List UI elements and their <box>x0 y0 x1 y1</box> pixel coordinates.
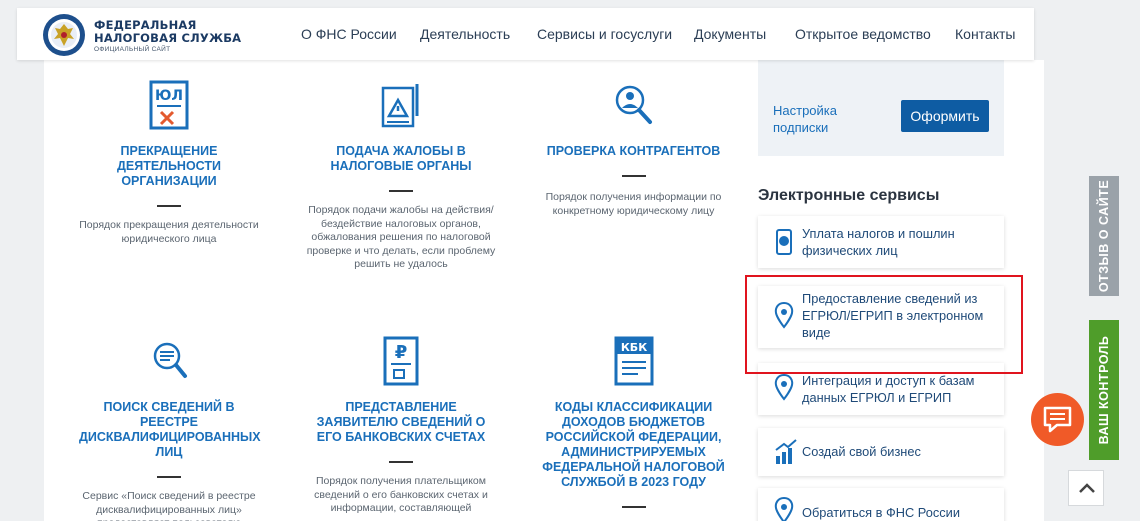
growth-chart-icon <box>775 439 797 464</box>
card-title[interactable]: ПРОВЕРКА КОНТРАГЕНТОВ <box>531 144 736 159</box>
card-complaint[interactable]: ПОДАЧА ЖАЛОБЫ В НАЛОГОВЫЕ ОРГАНЫ Порядок… <box>306 80 496 272</box>
card-disqualified-registry[interactable]: ПОИСК СВЕДЕНИЙ В РЕЕСТРЕ ДИСКВАЛИФИЦИРОВ… <box>79 336 261 521</box>
search-list-icon <box>153 342 187 378</box>
feedback-tab[interactable]: ОТЗЫВ О САЙТЕ <box>1089 176 1119 296</box>
nav-activity[interactable]: Деятельность <box>420 26 510 42</box>
phone-ruble-icon <box>776 229 792 255</box>
card-title[interactable]: КОДЫ КЛАССИФИКАЦИИ ДОХОДОВ БЮДЖЕТОВ РОСС… <box>541 400 726 490</box>
card-description: Порядок прекращения деятельности юридиче… <box>79 219 259 245</box>
complaint-document-icon <box>381 84 419 128</box>
service-label[interactable]: Интеграция и доступ к базам данных ЕГРЮЛ… <box>802 372 992 406</box>
divider <box>157 205 181 207</box>
control-tab[interactable]: ВАШ КОНТРОЛЬ <box>1089 320 1119 460</box>
svg-text:ЮЛ: ЮЛ <box>155 88 183 104</box>
yul-document-icon: ЮЛ <box>149 80 189 130</box>
subscription-block: Настройка подписки Оформить <box>758 60 1004 156</box>
service-label[interactable]: Создай свой бизнес <box>802 443 992 460</box>
chat-icon <box>1043 406 1072 433</box>
location-pin-icon <box>774 496 794 521</box>
service-contact-fns[interactable]: Обратиться в ФНС России <box>758 488 1004 521</box>
nav-services[interactable]: Сервисы и госуслуги <box>537 26 672 42</box>
card-description: Сервис «Поиск сведений в реестре дисквал… <box>82 490 256 521</box>
site-header: ФЕДЕРАЛЬНАЯ НАЛОГОВАЯ СЛУЖБА ОФИЦИАЛЬНЫЙ… <box>17 8 1034 60</box>
fns-emblem-logo[interactable] <box>42 13 86 57</box>
nav-about[interactable]: О ФНС России <box>301 26 397 42</box>
svg-text:КБК: КБК <box>620 341 646 354</box>
divider <box>389 461 413 463</box>
control-tab-label: ВАШ КОНТРОЛЬ <box>1097 335 1111 445</box>
card-title[interactable]: ПОИСК СВЕДЕНИЙ В РЕЕСТРЕ ДИСКВАЛИФИЦИРОВ… <box>79 400 261 460</box>
card-liquidation[interactable]: ЮЛ ПРЕКРАЩЕНИЕ ДЕЯТЕЛЬНОСТИ ОРГАНИЗАЦИИ … <box>74 80 264 246</box>
scroll-top-button[interactable] <box>1068 470 1104 506</box>
divider <box>157 476 181 478</box>
card-title[interactable]: ПРЕКРАЩЕНИЕ ДЕЯТЕЛЬНОСТИ ОРГАНИЗАЦИИ <box>74 144 264 189</box>
logo-line-2: НАЛОГОВАЯ СЛУЖБА <box>94 31 242 45</box>
nav-documents[interactable]: Документы <box>694 26 766 42</box>
divider <box>389 190 413 192</box>
card-counterparty-check[interactable]: ПРОВЕРКА КОНТРАГЕНТОВ Порядок получения … <box>531 80 736 218</box>
card-bank-accounts[interactable]: ₽ ПРЕДСТАВЛЕНИЕ ЗАЯВИТЕЛЮ СВЕДЕНИЙ О ЕГО… <box>306 336 496 516</box>
chat-button[interactable] <box>1031 393 1084 446</box>
card-description: Порядок получения плательщиком сведений … <box>314 475 488 514</box>
service-tax-payment[interactable]: Уплата налогов и пошлин физических лиц <box>758 216 1004 268</box>
service-label[interactable]: Обратиться в ФНС России <box>802 504 992 521</box>
divider <box>621 506 646 508</box>
svg-text:₽: ₽ <box>395 342 408 363</box>
card-title[interactable]: ПОДАЧА ЖАЛОБЫ В НАЛОГОВЫЕ ОРГАНЫ <box>306 144 496 174</box>
subscribe-button[interactable]: Оформить <box>901 100 989 132</box>
service-label[interactable]: Уплата налогов и пошлин физических лиц <box>802 225 992 259</box>
logo-line-3: ОФИЦИАЛЬНЫЙ САЙТ <box>94 46 171 53</box>
electronic-services-title: Электронные сервисы <box>758 187 940 204</box>
chevron-up-icon <box>1079 483 1095 493</box>
ruble-document-icon: ₽ <box>383 336 419 386</box>
service-create-business[interactable]: Создай свой бизнес <box>758 428 1004 476</box>
nav-open-agency[interactable]: Открытое ведомство <box>795 26 931 42</box>
card-kbk-codes[interactable]: КБК КОДЫ КЛАССИФИКАЦИИ ДОХОДОВ БЮДЖЕТОВ … <box>541 336 726 508</box>
feedback-tab-label: ОТЗЫВ О САЙТЕ <box>1097 179 1111 293</box>
location-pin-icon <box>774 373 794 401</box>
logo-text[interactable]: ФЕДЕРАЛЬНАЯ НАЛОГОВАЯ СЛУЖБА ОФИЦИАЛЬНЫЙ… <box>94 19 242 54</box>
highlight-box <box>745 275 1023 374</box>
kbk-document-icon: КБК <box>614 336 653 386</box>
divider <box>621 175 646 177</box>
card-description: Порядок подачи жалобы на действия/бездей… <box>306 204 496 270</box>
card-description: Порядок получения информации по конкретн… <box>545 191 722 217</box>
magnifier-person-icon <box>615 85 652 124</box>
subscription-label[interactable]: Настройка подписки <box>773 102 863 136</box>
nav-contacts[interactable]: Контакты <box>955 26 1015 42</box>
card-title[interactable]: ПРЕДСТАВЛЕНИЕ ЗАЯВИТЕЛЮ СВЕДЕНИЙ О ЕГО Б… <box>306 400 496 445</box>
